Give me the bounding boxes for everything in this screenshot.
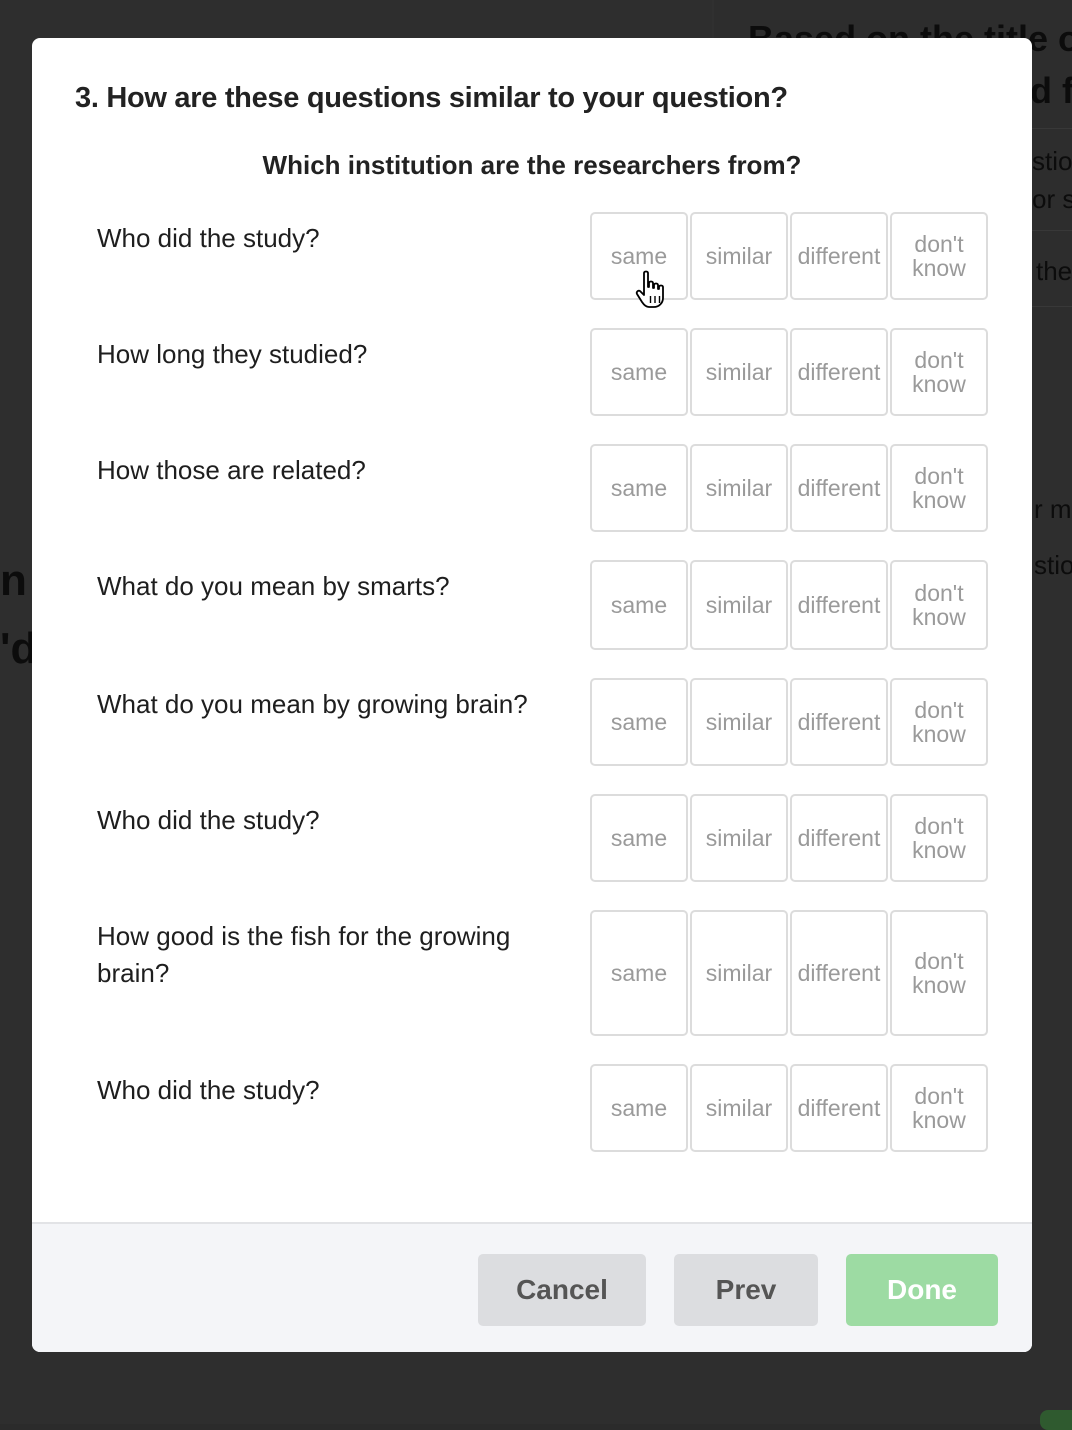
option-dont-know-button[interactable]: don't know [890, 678, 988, 766]
option-same-button[interactable]: same [590, 1064, 688, 1152]
row-question: What do you mean by growing brain? [97, 689, 528, 719]
option-dont-know-button[interactable]: don't know [890, 794, 988, 882]
option-label: similar [705, 709, 773, 735]
corner-indicator [1040, 1410, 1072, 1430]
option-dont-know-button[interactable]: don't know [890, 560, 988, 650]
option-similar-button[interactable]: similar [690, 328, 788, 416]
modal-title: 3. How are these questions similar to yo… [75, 82, 788, 114]
option-same-button[interactable]: same [590, 678, 688, 766]
option-label: same [610, 709, 668, 735]
option-label: similar [705, 825, 773, 851]
option-different-button[interactable]: different [790, 794, 888, 882]
hand-pointer-icon [635, 270, 664, 308]
option-label: different [797, 475, 881, 501]
option-label: same [610, 960, 668, 986]
option-label: same [610, 243, 668, 269]
option-label: same [610, 592, 668, 618]
option-similar-button[interactable]: similar [690, 444, 788, 532]
option-label: different [797, 359, 881, 385]
background-text: stio [1034, 550, 1072, 580]
option-label: different [797, 825, 881, 851]
option-label: don't know [912, 463, 966, 513]
prev-button[interactable]: Prev [674, 1254, 818, 1326]
row-question: Who did the study? [97, 805, 320, 835]
option-label: different [797, 243, 881, 269]
option-label: different [797, 709, 881, 735]
background-text: r mo [1034, 494, 1072, 524]
option-label: different [797, 1095, 881, 1121]
option-label: same [610, 359, 668, 385]
option-different-button[interactable]: different [790, 212, 888, 300]
option-label: similar [705, 960, 773, 986]
option-dont-know-button[interactable]: don't know [890, 328, 988, 416]
option-same-button[interactable]: same [590, 444, 688, 532]
cancel-button[interactable]: Cancel [478, 1254, 646, 1326]
option-different-button[interactable]: different [790, 910, 888, 1036]
option-same-button[interactable]: same [590, 328, 688, 416]
option-label: same [610, 1095, 668, 1121]
option-label: don't know [912, 813, 966, 863]
option-dont-know-button[interactable]: don't know [890, 444, 988, 532]
option-similar-button[interactable]: similar [690, 1064, 788, 1152]
background-text: stio [1032, 146, 1072, 176]
background-text: n [0, 556, 27, 605]
background-text: or s [1032, 184, 1072, 214]
option-different-button[interactable]: different [790, 328, 888, 416]
option-label: don't know [912, 231, 966, 281]
option-similar-button[interactable]: similar [690, 678, 788, 766]
row-question: How those are related? [97, 455, 366, 485]
option-label: don't know [912, 948, 966, 998]
option-label: different [797, 592, 881, 618]
modal-footer: Cancel Prev Done [32, 1222, 1032, 1352]
option-label: different [797, 960, 881, 986]
option-similar-button[interactable]: similar [690, 212, 788, 300]
option-label: don't know [912, 1083, 966, 1133]
option-label: similar [705, 243, 773, 269]
option-different-button[interactable]: different [790, 1064, 888, 1152]
option-similar-button[interactable]: similar [690, 794, 788, 882]
background-text: the [1036, 256, 1072, 286]
option-label: similar [705, 475, 773, 501]
option-same-button[interactable]: same [590, 560, 688, 650]
target-question: Which institution are the researchers fr… [262, 150, 802, 180]
option-label: same [610, 475, 668, 501]
row-question: What do you mean by smarts? [97, 571, 450, 601]
option-same-button[interactable]: same [590, 910, 688, 1036]
row-question: How long they studied? [97, 339, 368, 369]
option-dont-know-button[interactable]: don't know [890, 1064, 988, 1152]
option-similar-button[interactable]: similar [690, 560, 788, 650]
option-same-button[interactable]: same [590, 794, 688, 882]
option-different-button[interactable]: different [790, 560, 888, 650]
option-label: don't know [912, 697, 966, 747]
option-different-button[interactable]: different [790, 444, 888, 532]
option-label: don't know [912, 580, 966, 630]
option-label: don't know [912, 347, 966, 397]
option-similar-button[interactable]: similar [690, 910, 788, 1036]
option-label: same [610, 825, 668, 851]
option-different-button[interactable]: different [790, 678, 888, 766]
option-dont-know-button[interactable]: don't know [890, 212, 988, 300]
option-label: similar [705, 592, 773, 618]
row-question: Who did the study? [97, 223, 320, 253]
row-question: How good is the fish for the growing bra… [97, 921, 511, 988]
option-label: similar [705, 1095, 773, 1121]
similarity-modal: 3. How are these questions similar to yo… [32, 38, 1032, 1352]
background-text: d fr [1030, 70, 1072, 111]
option-label: similar [705, 359, 773, 385]
row-question: Who did the study? [97, 1075, 320, 1105]
option-dont-know-button[interactable]: don't know [890, 910, 988, 1036]
done-button[interactable]: Done [846, 1254, 998, 1326]
